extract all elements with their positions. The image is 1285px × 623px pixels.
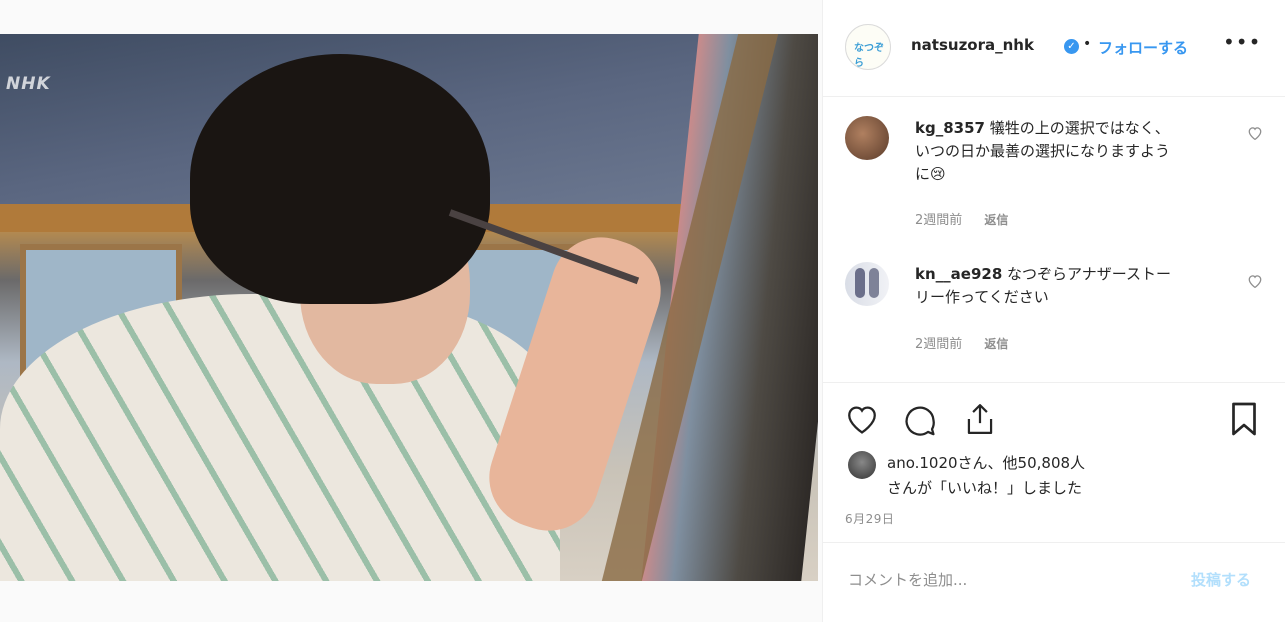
comment-body: リー作ってください	[915, 288, 1049, 306]
nhk-watermark: NHK	[6, 74, 51, 94]
reply-button[interactable]: 返信	[984, 213, 1008, 227]
comment-time[interactable]: 2週間前	[915, 337, 962, 352]
comment-body: に😢	[915, 165, 946, 183]
commenter-avatar[interactable]	[845, 262, 889, 306]
heart-icon[interactable]	[1247, 126, 1263, 144]
post-header: なつぞら natsuzora_nhk ✓ • フォローする •••	[823, 0, 1285, 97]
comment-username[interactable]: kn__ae928	[915, 265, 1002, 283]
post-date[interactable]: 6月29日	[845, 510, 894, 527]
avatar-logo-text: なつぞら	[854, 43, 884, 69]
account-avatar[interactable]: なつぞら	[845, 24, 891, 70]
share-icon[interactable]	[963, 401, 997, 441]
comment-body: いつの日か最善の選択になりますよう	[915, 142, 1171, 160]
verified-icon: ✓	[1064, 39, 1079, 54]
bookmark-icon[interactable]	[1229, 401, 1259, 441]
photo-shirt	[0, 294, 560, 581]
post-photo[interactable]: NHK	[0, 34, 818, 581]
comment-body: なつぞらアナザーストー	[1007, 265, 1171, 283]
photo-hair	[190, 54, 490, 304]
comment-username[interactable]: kg_8357	[915, 119, 985, 137]
follow-button[interactable]: フォローする	[1098, 37, 1188, 58]
comment-time[interactable]: 2週間前	[915, 213, 962, 228]
likes-summary: さんが「いいね！」しました	[887, 479, 1083, 497]
account-username[interactable]: natsuzora_nhk	[911, 36, 1034, 54]
post-comment-button[interactable]: 投稿する	[1191, 569, 1251, 590]
avatar-figure	[869, 268, 879, 298]
more-options-icon[interactable]: •••	[1223, 30, 1261, 54]
post-side-panel: なつぞら natsuzora_nhk ✓ • フォローする ••• kg_835…	[822, 0, 1285, 622]
separator-dot: •	[1083, 36, 1092, 52]
commenter-avatar[interactable]	[845, 116, 889, 160]
comment-form: コメントを追加... 投稿する	[823, 542, 1285, 623]
liker-avatar[interactable]	[848, 451, 876, 479]
likes-summary[interactable]: ano.1020さん、他50,808人	[887, 451, 1085, 475]
comment-input[interactable]: コメントを追加...	[848, 569, 967, 590]
comment-body: 犠牲の上の選択ではなく、	[989, 119, 1170, 137]
post-media-area: NHK	[0, 0, 822, 622]
reply-button[interactable]: 返信	[984, 337, 1008, 351]
like-heart-icon[interactable]	[845, 403, 879, 439]
avatar-figure	[855, 268, 865, 298]
comment-bubble-icon[interactable]	[903, 403, 937, 441]
heart-icon[interactable]	[1247, 274, 1263, 292]
